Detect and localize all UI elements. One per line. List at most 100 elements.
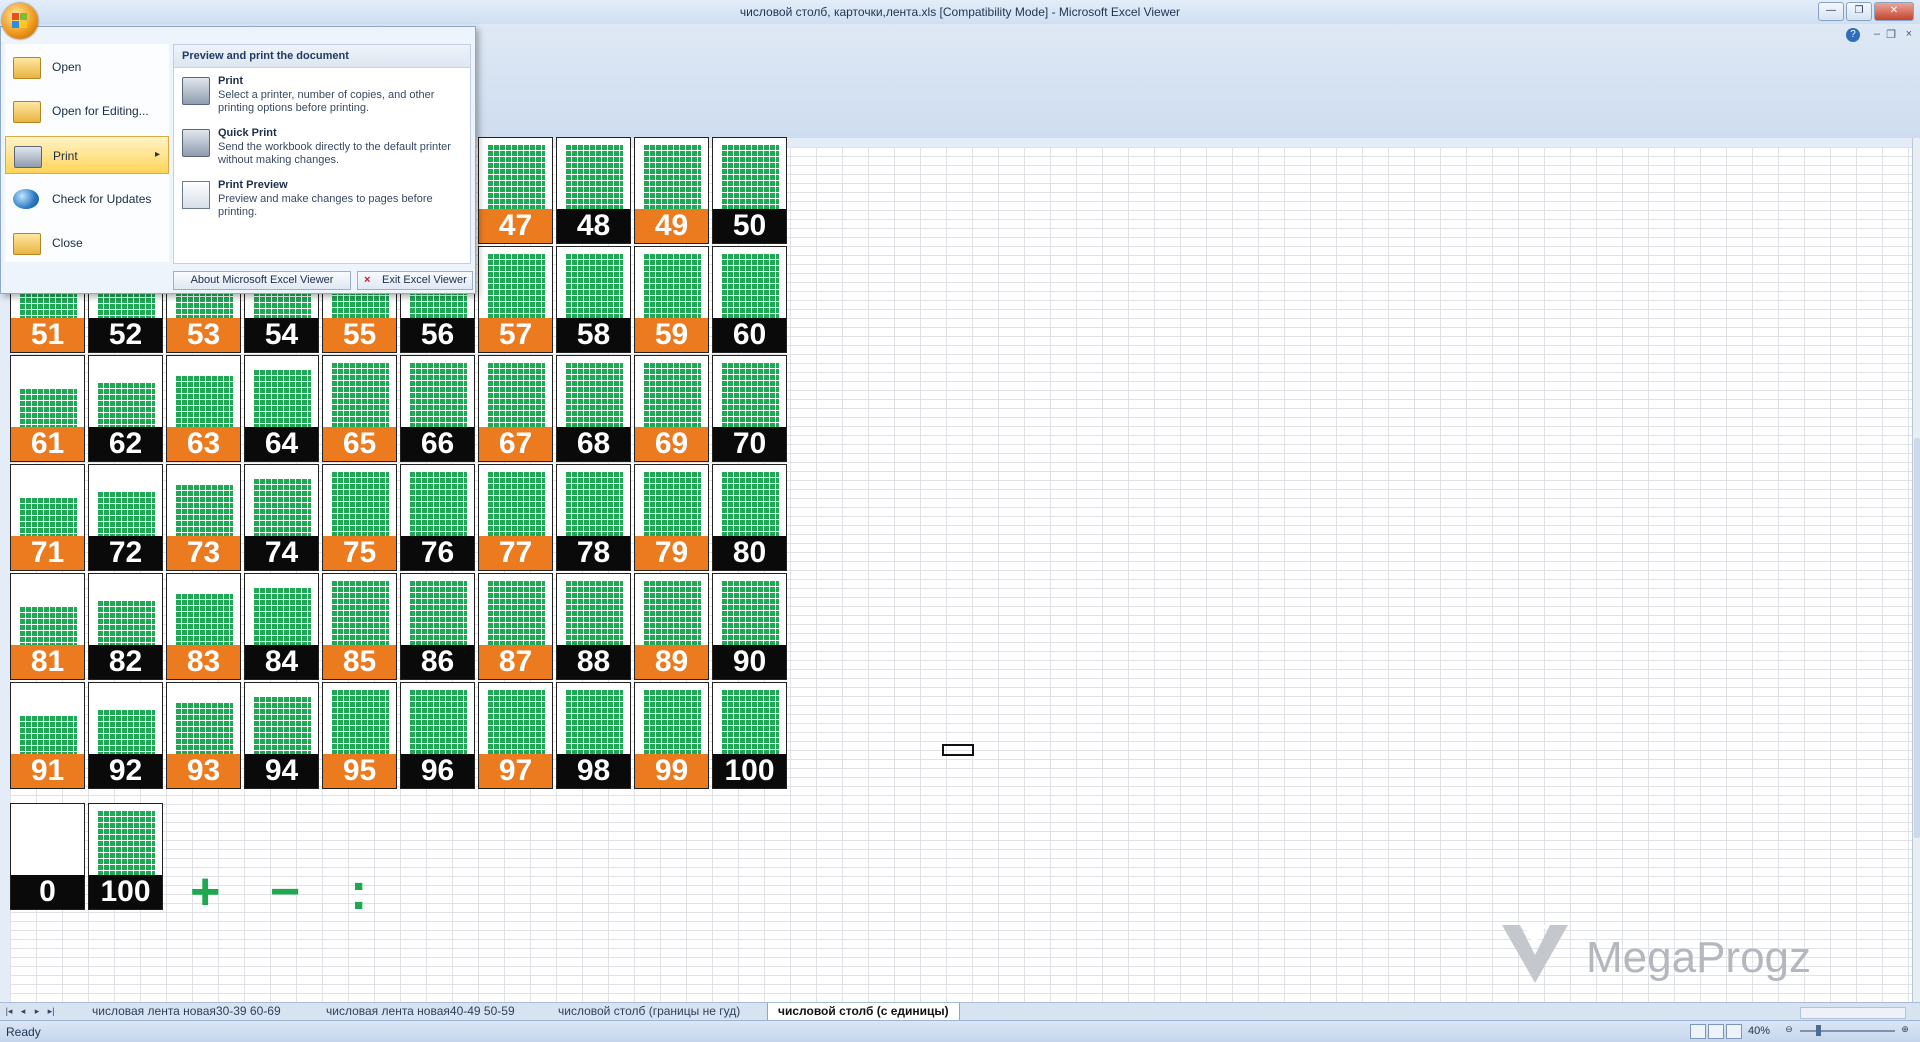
card-fill [643,471,701,537]
ribbon-restore-icon[interactable]: ❐ [1886,28,1896,41]
card-fill [19,497,77,537]
normal-view-icon[interactable] [1690,1024,1706,1039]
submenu-item-title: Print [218,75,244,87]
number-card: 85 [322,573,397,680]
number-card: 76 [400,464,475,571]
sheet-tab[interactable]: числовая лента новая40-49 50-59 [316,1003,525,1020]
status-text: Ready [6,1025,41,1039]
menu-item-open-for-editing[interactable]: Open for Editing... [5,92,169,130]
submenu-item-quick-print[interactable]: Quick Print Send the workbook directly t… [182,127,464,177]
help-icon[interactable]: ? [1846,28,1860,42]
exit-icon: × [364,274,371,286]
card-number: 62 [89,427,162,461]
number-card: 95 [322,682,397,789]
card-fill [643,253,701,319]
office-button[interactable] [2,3,38,39]
menu-item-close[interactable]: Close [5,224,169,262]
card-number: 56 [401,318,474,352]
prev-sheet-icon[interactable]: ◂ [18,1006,28,1017]
number-card: 89 [634,573,709,680]
number-card: 90 [712,573,787,680]
menu-item-open[interactable]: Open [5,48,169,86]
megaprogz-logo-icon [1502,925,1568,983]
submenu-arrow-icon: ▸ [154,149,160,160]
submenu-item-desc: Send the workbook directly to the defaul… [218,141,451,166]
card-number: 75 [323,536,396,570]
number-card: 100 [712,682,787,789]
card-fill [565,471,623,537]
card-number: 94 [245,754,318,788]
number-card: 79 [634,464,709,571]
number-card: 93 [166,682,241,789]
sheet-tab[interactable]: числовой столб (границы не гуд) [548,1003,750,1020]
menu-item-label: Check for Updates [52,192,152,206]
number-card: 62 [88,355,163,462]
number-card: 63 [166,355,241,462]
submenu-item-title: Quick Print [218,127,277,139]
zoom-out-icon[interactable]: ⊖ [1784,1024,1794,1035]
card-fill [409,580,467,646]
card-fill [721,471,779,537]
selected-cell[interactable] [942,744,974,756]
card-number: 50 [713,209,786,243]
card-number: 63 [167,427,240,461]
first-sheet-icon[interactable]: |◂ [4,1006,14,1017]
maximize-button[interactable]: ❐ [1846,2,1872,21]
last-sheet-icon[interactable]: ▸| [46,1006,56,1017]
card-fill [253,369,311,428]
minimize-button[interactable]: — [1818,2,1844,21]
menu-item-check-updates[interactable]: Check for Updates [5,180,169,218]
number-card: 77 [478,464,553,571]
card-number: 49 [635,209,708,243]
print-preview-icon [182,181,210,209]
card-fill [721,362,779,428]
submenu-item-print-preview[interactable]: Print Preview Preview and make changes t… [182,179,464,229]
card-number: 0 [11,875,84,909]
scroll-thumb[interactable] [1914,438,1920,838]
card-fill [409,362,467,428]
sheet-tab-active[interactable]: числовой столб (с единицы) [767,1003,960,1020]
card-number: 69 [635,427,708,461]
title-bar: числовой столб, карточки,лента.xls [Comp… [0,0,1920,25]
sheet-tab[interactable]: числовая лента новая30-39 60-69 [82,1003,291,1020]
division-sign: : [350,863,368,921]
number-card: 96 [400,682,475,789]
number-card: 72 [88,464,163,571]
card-fill [97,382,155,428]
card-number: 82 [89,645,162,679]
close-window-button[interactable]: ✕ [1874,2,1914,21]
card-fill [409,471,467,537]
ribbon-minimize-icon[interactable]: – [1874,28,1880,40]
card-fill [97,491,155,537]
number-card: 65 [322,355,397,462]
ribbon-close-icon[interactable]: × [1906,28,1912,40]
submenu-item-print[interactable]: Print Select a printer, number of copies… [182,75,464,125]
zoom-level[interactable]: 40% [1748,1025,1770,1037]
next-sheet-icon[interactable]: ▸ [32,1006,42,1017]
card-number: 72 [89,536,162,570]
card-number: 83 [167,645,240,679]
card-number: 64 [245,427,318,461]
card-number: 77 [479,536,552,570]
about-button[interactable]: About Microsoft Excel Viewer [173,271,351,290]
vertical-scrollbar[interactable] [1912,138,1920,1002]
horizontal-scrollbar[interactable] [1800,1007,1906,1019]
zoom-in-icon[interactable]: ⊕ [1900,1024,1910,1035]
menu-item-print[interactable]: Print ▸ [5,136,169,174]
number-card: 47 [478,137,553,244]
card-number: 78 [557,536,630,570]
exit-button[interactable]: × Exit Excel Viewer [357,271,473,290]
sheet-tab-bar: |◂ ◂ ▸ ▸| числовая лента новая30-39 60-6… [0,1002,1920,1021]
card-number: 74 [245,536,318,570]
card-fill [97,709,155,755]
zoom-slider-thumb[interactable] [1816,1025,1821,1036]
page-layout-view-icon[interactable] [1708,1024,1724,1039]
card-number: 93 [167,754,240,788]
card-number: 85 [323,645,396,679]
menu-item-label: Open [52,60,82,74]
card-fill [565,144,623,210]
page-break-view-icon[interactable] [1726,1024,1742,1039]
card-number: 100 [89,875,162,909]
zoom-slider[interactable] [1800,1030,1895,1032]
number-card: 66 [400,355,475,462]
